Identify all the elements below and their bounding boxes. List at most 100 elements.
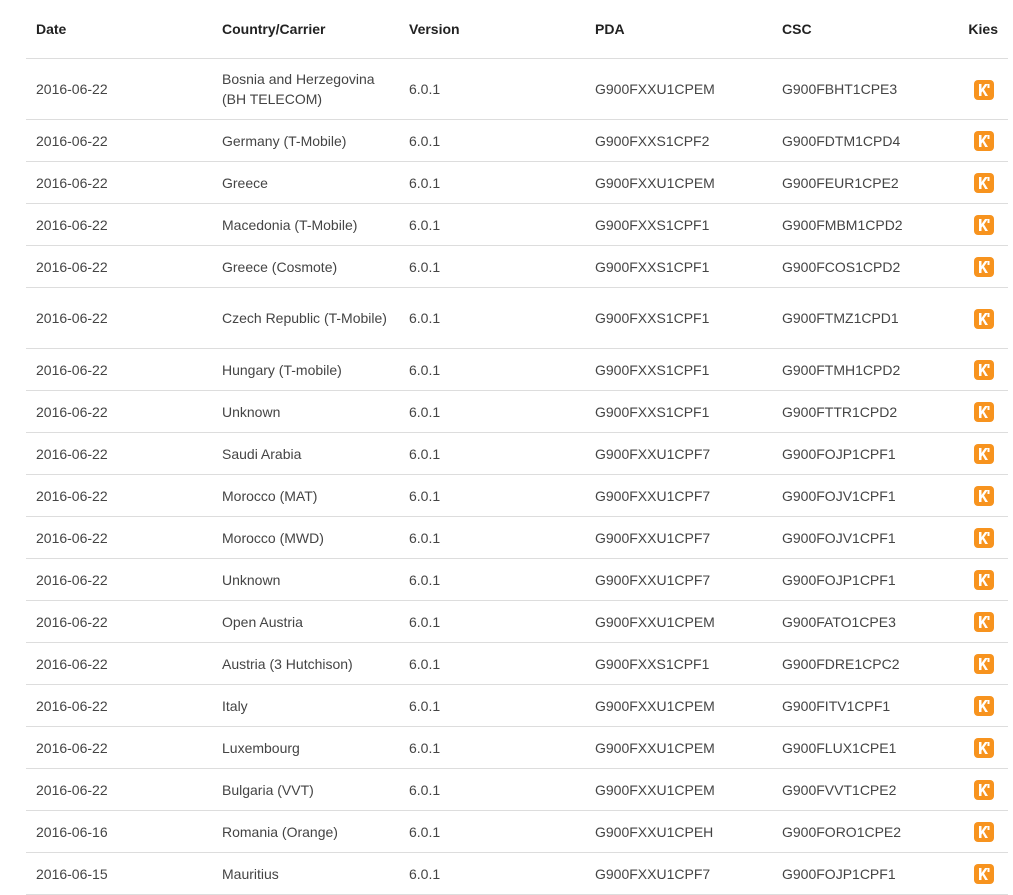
cell-csc: G900FOJV1CPF1 — [772, 474, 942, 517]
table-row[interactable]: 2016-06-22 Morocco (MAT) 6.0.1 G900FXXU1CPF… — [26, 474, 1008, 517]
cell-csc-text: G900FMBM1CPD2 — [782, 216, 903, 233]
kies-download-icon[interactable] — [974, 696, 994, 717]
table-header: Date Country/Carrier Version PDA CSC Kie… — [26, 0, 1008, 59]
kies-download-icon[interactable] — [974, 308, 994, 329]
cell-pda: G900FXXS1CPF1 — [585, 203, 772, 246]
table-body: 2016-06-22 Bosnia and Herzegovina (BH TEL… — [26, 58, 1008, 895]
cell-kies — [942, 516, 1008, 559]
cell-kies — [942, 432, 1008, 475]
table-row[interactable]: 2016-06-22 Hungary (T-mobile) 6.0.1 G900FXX… — [26, 348, 1008, 391]
firmware-table-container: Date Country/Carrier Version PDA CSC Kie… — [26, 0, 1008, 895]
cell-country-carrier: Morocco (MWD) — [212, 516, 399, 559]
table-row[interactable]: 2016-06-22 Italy 6.0.1 G900FXXU1CPEM G900FIT… — [26, 684, 1008, 727]
cell-csc-text: G900FOJP1CPF1 — [782, 865, 896, 882]
cell-pda-text: G900FXXS1CPF1 — [595, 258, 710, 275]
cell-country-carrier-text: Morocco (MWD) — [222, 529, 324, 546]
header-kies[interactable]: Kies — [942, 0, 1008, 59]
cell-csc: G900FBHT1CPE3 — [772, 58, 942, 120]
table-row[interactable]: 2016-06-22 Greece (Cosmote) 6.0.1 G900FXXS1… — [26, 245, 1008, 288]
cell-version: 6.0.1 — [399, 768, 585, 811]
cell-date: 2016-06-16 — [26, 810, 212, 853]
kies-download-icon[interactable] — [974, 444, 994, 465]
cell-csc-text: G900FITV1CPF1 — [782, 697, 891, 714]
kies-download-icon[interactable] — [974, 173, 994, 194]
table-row[interactable]: 2016-06-22 Macedonia (T-Mobile) 6.0.1 G900F… — [26, 203, 1008, 246]
cell-pda-text: G900FXXU1CPEM — [595, 781, 715, 798]
kies-download-icon[interactable] — [974, 79, 994, 100]
table-row[interactable]: 2016-06-22 Open Austria 6.0.1 G900FXXU1CPEM… — [26, 600, 1008, 643]
cell-country-carrier-text: Greece — [222, 174, 268, 191]
kies-download-icon[interactable] — [974, 486, 994, 507]
cell-date-text: 2016-06-22 — [36, 403, 108, 420]
kies-download-icon[interactable] — [974, 402, 994, 423]
cell-date: 2016-06-22 — [26, 726, 212, 769]
cell-version: 6.0.1 — [399, 119, 585, 162]
cell-date-text: 2016-06-22 — [36, 132, 108, 149]
cell-version: 6.0.1 — [399, 474, 585, 517]
cell-version-text: 6.0.1 — [409, 81, 441, 97]
header-version[interactable]: Version — [399, 0, 585, 59]
cell-date: 2016-06-22 — [26, 684, 212, 727]
table-row[interactable]: 2016-06-22 Bosnia and Herzegovina (BH TEL… — [26, 58, 1008, 120]
cell-pda: G900FXXS1CPF1 — [585, 348, 772, 391]
cell-date-text: 2016-06-22 — [36, 258, 108, 275]
cell-csc-text: G900FTMH1CPD2 — [782, 361, 901, 378]
cell-pda-text: G900FXXU1CPEM — [595, 697, 715, 714]
cell-date: 2016-06-22 — [26, 245, 212, 288]
cell-pda-text: G900FXXU1CPF7 — [595, 571, 711, 588]
cell-csc: G900FORO1CPE2 — [772, 810, 942, 853]
cell-country-carrier-text: Greece (Cosmote) — [222, 258, 338, 275]
table-row[interactable]: 2016-06-22 Bulgaria (VVT) 6.0.1 G900FXXU1CP… — [26, 768, 1008, 811]
cell-country-carrier-text: Morocco (MAT) — [222, 487, 318, 504]
header-csc[interactable]: CSC — [772, 0, 942, 59]
cell-pda-text: G900FXXU1CPEM — [595, 613, 715, 630]
table-row[interactable]: 2016-06-22 Czech Republic (T-Mobile) 6.0.1… — [26, 287, 1008, 349]
cell-pda: G900FXXU1CPEH — [585, 810, 772, 853]
kies-download-icon[interactable] — [974, 131, 994, 152]
table-row[interactable]: 2016-06-22 Saudi Arabia 6.0.1 G900FXXU1CPF7… — [26, 432, 1008, 475]
table-row[interactable]: 2016-06-22 Morocco (MWD) 6.0.1 G900FXXU1CPF… — [26, 516, 1008, 559]
cell-pda-text: G900FXXU1CPF7 — [595, 445, 711, 462]
table-row[interactable]: 2016-06-15 Mauritius 6.0.1 G900FXXU1CPF7 G90… — [26, 852, 1008, 895]
cell-date: 2016-06-22 — [26, 287, 212, 349]
cell-pda: G900FXXU1CPF7 — [585, 432, 772, 475]
kies-download-icon[interactable] — [974, 654, 994, 675]
kies-download-icon[interactable] — [974, 612, 994, 633]
kies-download-icon[interactable] — [974, 822, 994, 843]
cell-country-carrier-text: Unknown — [222, 403, 281, 420]
kies-download-icon[interactable] — [974, 780, 994, 801]
kies-download-icon[interactable] — [974, 360, 994, 381]
header-date[interactable]: Date — [26, 0, 212, 59]
table-row[interactable]: 2016-06-22 Austria (3 Hutchison) 6.0.1 G900… — [26, 642, 1008, 685]
cell-country-carrier-text: Bosnia and Herzegovina (BH TELECOM) — [222, 71, 375, 107]
table-row[interactable]: 2016-06-22 Germany (T-Mobile) 6.0.1 G900FXX… — [26, 119, 1008, 162]
kies-download-icon[interactable] — [974, 570, 994, 591]
table-row[interactable]: 2016-06-22 Unknown 6.0.1 G900FXXS1CPF1 G900F… — [26, 390, 1008, 433]
cell-country-carrier-text: Luxembourg — [222, 739, 300, 756]
cell-country-carrier-text: Saudi Arabia — [222, 445, 302, 462]
cell-version: 6.0.1 — [399, 810, 585, 853]
kies-download-icon[interactable] — [974, 738, 994, 759]
table-row[interactable]: 2016-06-22 Unknown 6.0.1 G900FXXU1CPF7 G900F… — [26, 558, 1008, 601]
cell-date-text: 2016-06-22 — [36, 361, 108, 378]
cell-csc-text: G900FOJP1CPF1 — [782, 445, 896, 462]
cell-version: 6.0.1 — [399, 558, 585, 601]
header-country-carrier[interactable]: Country/Carrier — [212, 0, 399, 59]
cell-pda: G900FXXS1CPF1 — [585, 390, 772, 433]
kies-download-icon[interactable] — [974, 215, 994, 236]
table-row[interactable]: 2016-06-16 Romania (Orange) 6.0.1 G900FXXU1… — [26, 810, 1008, 853]
cell-csc-text: G900FLUX1CPE1 — [782, 739, 897, 756]
cell-pda: G900FXXU1CPF7 — [585, 558, 772, 601]
table-row[interactable]: 2016-06-22 Greece 6.0.1 G900FXXU1CPEM G900FE… — [26, 161, 1008, 204]
cell-csc: G900FTTR1CPD2 — [772, 390, 942, 433]
cell-pda: G900FXXU1CPF7 — [585, 852, 772, 895]
cell-pda: G900FXXU1CPEM — [585, 768, 772, 811]
table-row[interactable]: 2016-06-22 Luxembourg 6.0.1 G900FXXU1CPEM G9… — [26, 726, 1008, 769]
cell-kies — [942, 203, 1008, 246]
kies-download-icon[interactable] — [974, 257, 994, 278]
kies-download-icon[interactable] — [974, 528, 994, 549]
kies-download-icon[interactable] — [974, 864, 994, 885]
cell-csc: G900FLUX1CPE1 — [772, 726, 942, 769]
cell-date-text: 2016-06-22 — [36, 739, 108, 756]
header-pda[interactable]: PDA — [585, 0, 772, 59]
